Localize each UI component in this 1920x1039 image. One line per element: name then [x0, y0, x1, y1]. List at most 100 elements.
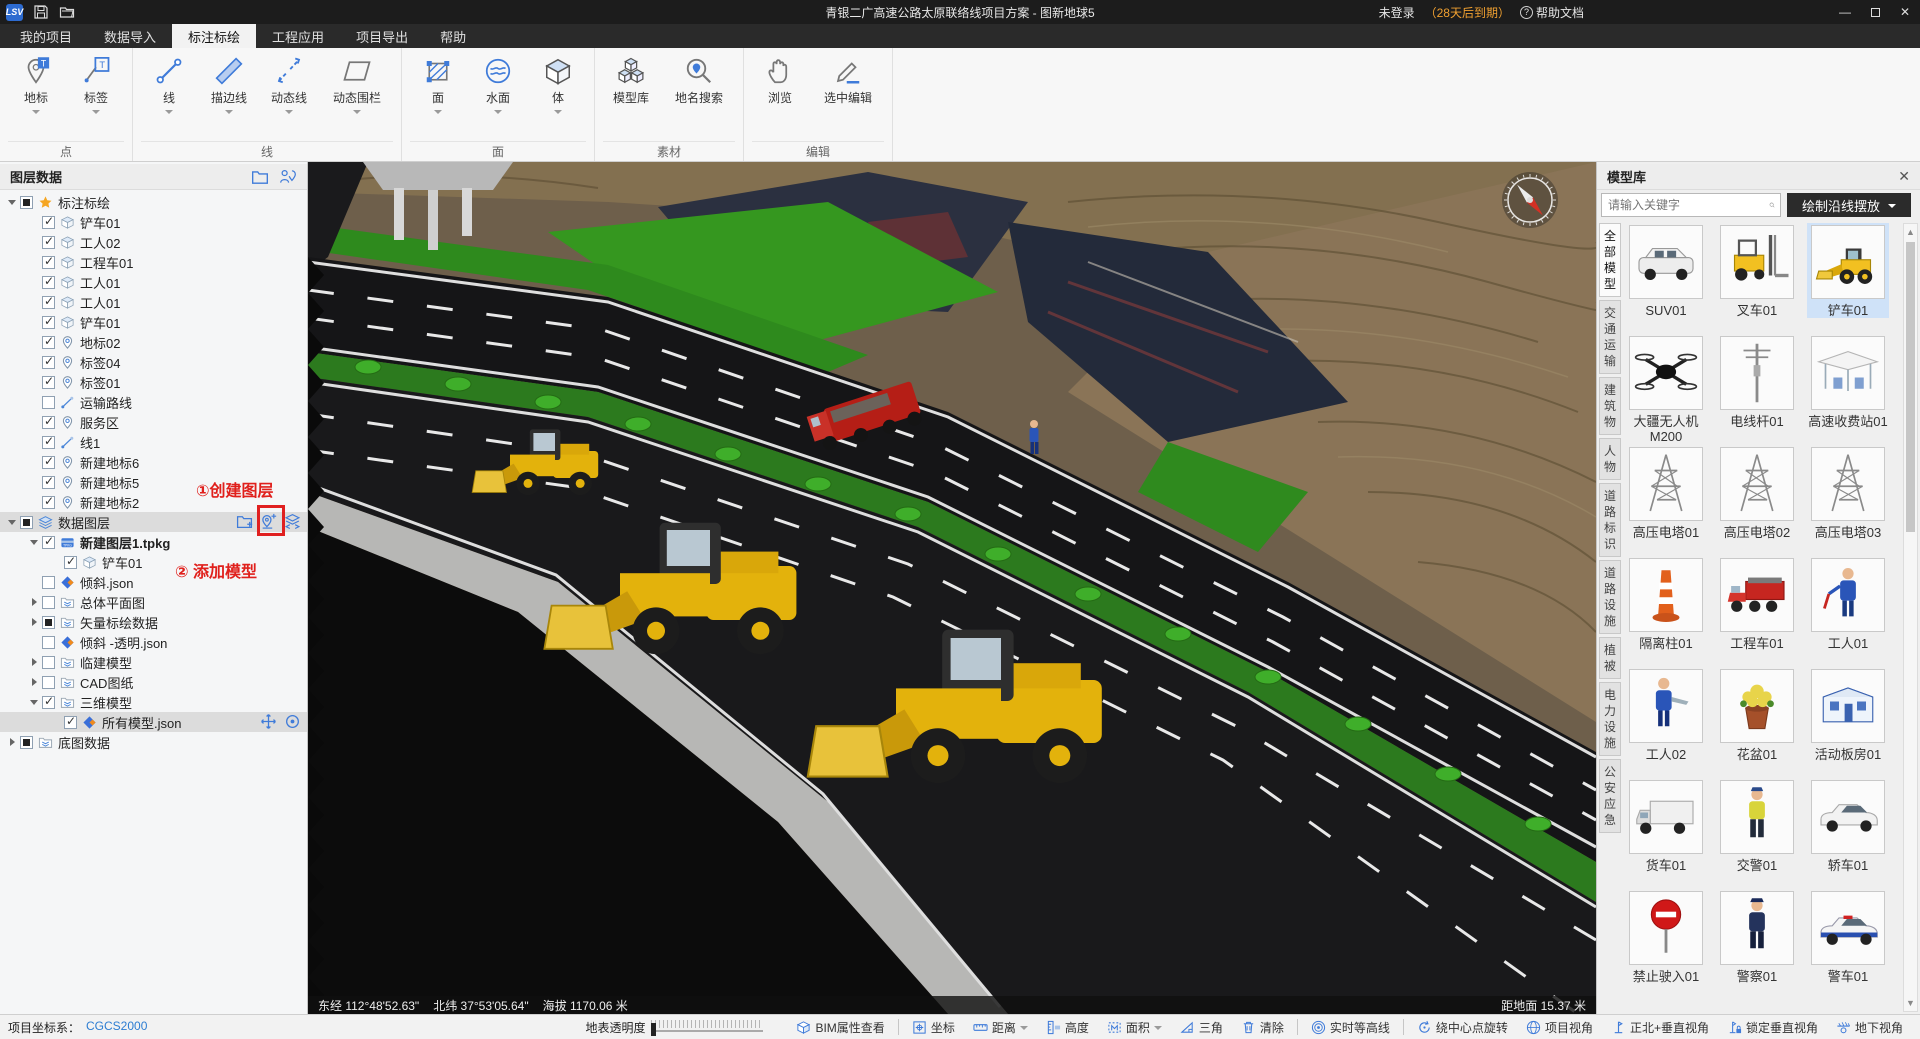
tool-dynamic-line-button[interactable]: 动态线 — [261, 53, 317, 141]
tool-edit-button[interactable]: 选中编辑 — [812, 53, 884, 141]
folder-icon[interactable] — [251, 168, 269, 186]
model-item[interactable]: 高压电塔03 — [1807, 445, 1889, 540]
tree-row[interactable]: 标签04 — [0, 352, 307, 372]
tree-row[interactable]: 标注标绘 — [0, 192, 307, 212]
chevron-down-icon[interactable] — [92, 110, 100, 114]
layers-swap-icon[interactable] — [284, 513, 301, 530]
tree-row[interactable]: 地标02 — [0, 332, 307, 352]
tree-row[interactable]: 运输路线 — [0, 392, 307, 412]
layer-checkbox[interactable] — [42, 576, 55, 589]
expander-icon[interactable] — [6, 516, 18, 528]
expander-icon[interactable] — [6, 736, 18, 748]
tree-row[interactable]: 铲车01 — [0, 552, 307, 572]
status-button-coord[interactable]: 坐标 — [903, 1019, 964, 1036]
layer-checkbox[interactable] — [42, 376, 55, 389]
status-button-contour[interactable]: 实时等高线 — [1302, 1019, 1399, 1036]
expander-icon[interactable] — [6, 196, 18, 208]
tree-row[interactable]: 工人01 — [0, 272, 307, 292]
tree-row[interactable]: 三维模型 — [0, 692, 307, 712]
tree-row[interactable]: 服务区 — [0, 412, 307, 432]
scroll-thumb[interactable] — [1906, 242, 1915, 532]
model-item[interactable]: 警车01 — [1807, 889, 1889, 984]
chevron-down-icon[interactable] — [225, 110, 233, 114]
close-button[interactable]: ✕ — [1890, 0, 1920, 24]
status-button-height[interactable]: 高度 — [1037, 1019, 1098, 1036]
tree-row[interactable]: 总体平面图 — [0, 592, 307, 612]
tool-placemark-button[interactable]: T地标 — [8, 53, 64, 141]
expander-icon[interactable] — [28, 616, 40, 628]
layer-checkbox[interactable] — [42, 636, 55, 649]
save-icon[interactable] — [33, 4, 49, 20]
category-tab-8[interactable]: 电力设施 — [1599, 682, 1621, 756]
status-button-north-lock[interactable]: 锁定垂直视角 — [1718, 1019, 1827, 1036]
scroll-up-icon[interactable]: ▲ — [1904, 225, 1917, 239]
model-item[interactable]: 高压电塔01 — [1625, 445, 1707, 540]
model-item[interactable]: 高速收费站01 — [1807, 334, 1889, 429]
tree-row[interactable]: 工程车01 — [0, 252, 307, 272]
layer-checkbox[interactable] — [42, 416, 55, 429]
layer-checkbox[interactable] — [20, 516, 33, 529]
tree-row[interactable]: 底图数据 — [0, 732, 307, 752]
tree-row[interactable]: 矢量标绘数据 — [0, 612, 307, 632]
tool-hand-button[interactable]: 浏览 — [752, 53, 808, 141]
layer-checkbox[interactable] — [42, 656, 55, 669]
chevron-down-icon[interactable] — [285, 110, 293, 114]
tool-line-button[interactable]: 线 — [141, 53, 197, 141]
layer-checkbox[interactable] — [42, 396, 55, 409]
layer-checkbox[interactable] — [20, 736, 33, 749]
layer-checkbox[interactable] — [42, 456, 55, 469]
expander-icon[interactable] — [28, 596, 40, 608]
terrain-opacity-slider[interactable] — [651, 1020, 763, 1034]
tool-stroke-line-button[interactable]: 描边线 — [201, 53, 257, 141]
layer-checkbox[interactable] — [42, 236, 55, 249]
tool-volume-button[interactable]: 体 — [530, 53, 586, 141]
category-tab-5[interactable]: 道路标识 — [1599, 483, 1621, 557]
target-icon[interactable] — [284, 713, 301, 730]
model-item[interactable]: 大疆无人机M200 — [1625, 334, 1707, 444]
minimize-button[interactable]: — — [1830, 0, 1860, 24]
model-item[interactable]: 交警01 — [1716, 778, 1798, 873]
layer-checkbox[interactable] — [42, 696, 55, 709]
chevron-down-icon[interactable] — [165, 110, 173, 114]
category-tab-7[interactable]: 植被 — [1599, 637, 1621, 679]
layer-checkbox[interactable] — [42, 476, 55, 489]
open-folder-icon[interactable] — [59, 4, 75, 20]
model-item[interactable]: 工人02 — [1625, 667, 1707, 762]
tree-row[interactable]: 铲车01 — [0, 312, 307, 332]
menu-tab-6[interactable]: 帮助 — [424, 24, 482, 48]
chevron-down-icon[interactable] — [494, 110, 502, 114]
tool-polygon-button[interactable]: 面 — [410, 53, 466, 141]
draw-along-line-button[interactable]: 绘制沿线摆放 — [1787, 193, 1911, 217]
status-button-underground[interactable]: 地下视角 — [1827, 1019, 1912, 1036]
tree-row[interactable]: 所有模型.json — [0, 712, 307, 732]
crs-value-link[interactable]: CGCS2000 — [86, 1019, 147, 1036]
model-item[interactable]: 货车01 — [1625, 778, 1707, 873]
status-button-rotate[interactable]: 绕中心点旋转 — [1408, 1019, 1517, 1036]
model-item[interactable]: SUV01 — [1625, 223, 1707, 318]
model-item[interactable]: 隔离柱01 — [1625, 556, 1707, 651]
model-scrollbar[interactable]: ▲ ▼ — [1903, 223, 1918, 1012]
tool-geo-search-button[interactable]: 地名搜索 — [663, 53, 735, 141]
category-tab-3[interactable]: 建筑物 — [1599, 377, 1621, 435]
category-tab-6[interactable]: 道路设施 — [1599, 560, 1621, 634]
maximize-button[interactable] — [1860, 0, 1890, 24]
chevron-down-icon[interactable] — [554, 110, 562, 114]
status-button-bim[interactable]: BIM属性查看 — [787, 1019, 893, 1036]
login-status[interactable]: 未登录 — [1379, 4, 1415, 21]
model-item[interactable]: 警察01 — [1716, 889, 1798, 984]
category-tab-2[interactable]: 交通运输 — [1599, 300, 1621, 374]
menu-tab-3[interactable]: 标注标绘 — [172, 24, 256, 48]
model-item[interactable]: 叉车01 — [1716, 223, 1798, 318]
layer-checkbox[interactable] — [42, 276, 55, 289]
tree-row[interactable]: 倾斜 -透明.json — [0, 632, 307, 652]
expander-icon[interactable] — [28, 696, 40, 708]
folder-plus-icon[interactable] — [236, 513, 253, 530]
category-tab-4[interactable]: 人物 — [1599, 438, 1621, 480]
layer-checkbox[interactable] — [42, 336, 55, 349]
layer-checkbox[interactable] — [42, 436, 55, 449]
chevron-down-icon[interactable] — [1154, 1026, 1162, 1030]
category-tab-9[interactable]: 公安应急 — [1599, 759, 1621, 833]
layer-checkbox[interactable] — [42, 616, 55, 629]
tree-row[interactable]: 倾斜.json — [0, 572, 307, 592]
tool-tag-button[interactable]: T标签 — [68, 53, 124, 141]
